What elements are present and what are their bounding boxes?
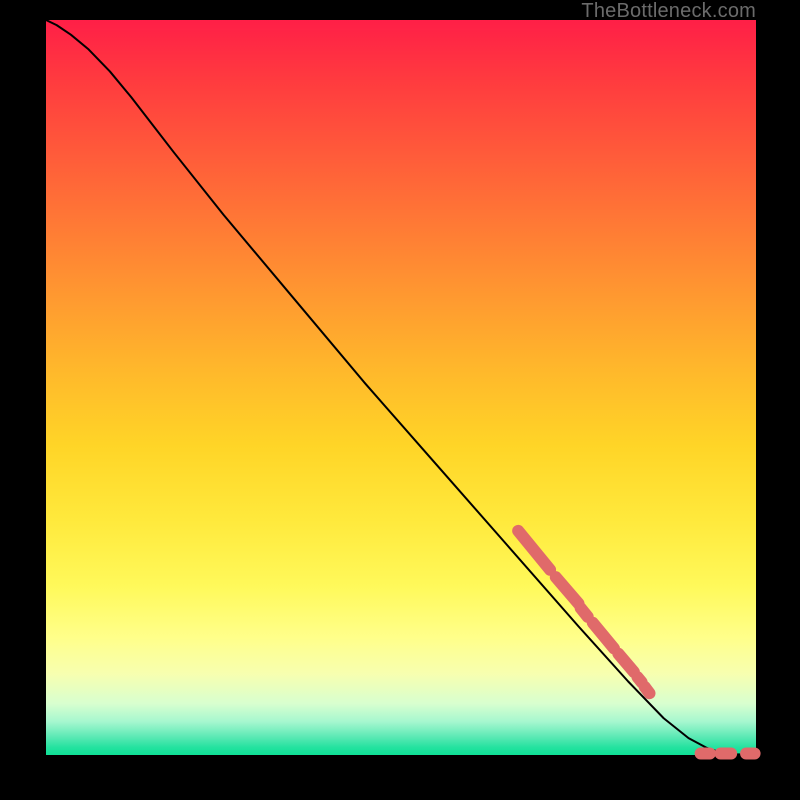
highlight-segment	[645, 687, 650, 694]
highlight-segment	[581, 608, 588, 617]
highlight-segment	[618, 654, 634, 672]
bottleneck-curve	[46, 20, 756, 755]
highlight-segments	[518, 531, 754, 754]
chart-svg	[46, 20, 756, 755]
highlight-segment	[556, 577, 579, 603]
chart-stage: TheBottleneck.com	[0, 0, 800, 800]
highlight-segment	[637, 677, 641, 682]
plot-area	[46, 20, 756, 755]
